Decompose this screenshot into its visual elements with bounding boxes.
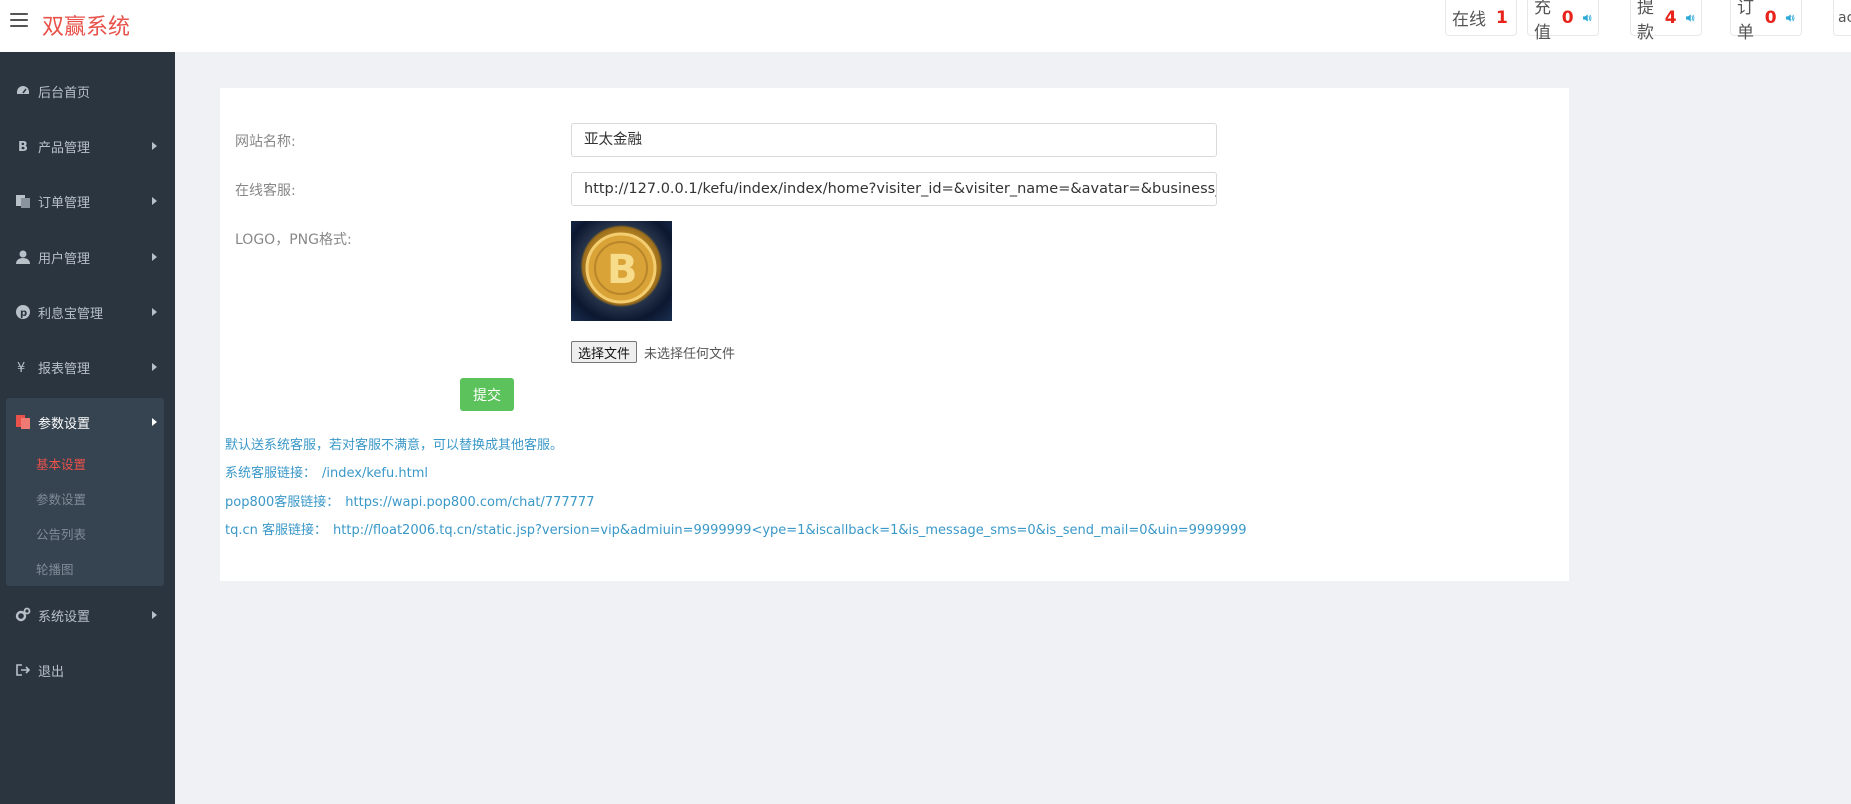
sidebar-item-label: 退出 xyxy=(38,664,65,680)
chevron-right-icon xyxy=(152,253,157,261)
svg-text:B: B xyxy=(607,247,638,293)
sign-out-icon xyxy=(16,664,31,676)
sidebar-item-orders[interactable]: 订单管理 xyxy=(0,186,175,216)
sidebar-item-users[interactable]: 用户管理 xyxy=(0,242,175,272)
user-name: ac xyxy=(1838,9,1851,26)
sidebar-item-label: 参数设置 xyxy=(38,416,91,432)
info-tq-link: tq.cn 客服链接： http://float2006.tq.cn/static… xyxy=(225,519,1247,538)
svg-text:¥: ¥ xyxy=(17,361,25,375)
online-stat[interactable]: 在线 1 xyxy=(1445,0,1517,36)
svg-text:B: B xyxy=(18,140,28,154)
info-system-key: 系统客服链接： xyxy=(225,466,317,481)
chevron-right-icon xyxy=(152,308,157,316)
pinterest-icon: p xyxy=(16,305,30,319)
yen-icon: ¥ xyxy=(17,361,25,375)
info-pop800-key: pop800客服链接： xyxy=(225,495,340,510)
sidebar-sub-params[interactable]: 参数设置 xyxy=(36,489,86,508)
sidebar-item-label: 后台首页 xyxy=(38,85,91,101)
info-note: 默认送系统客服，若对客服不满意，可以替换成其他客服。 xyxy=(225,438,564,453)
sidebar-item-label: 用户管理 xyxy=(38,251,91,267)
info-system-link: 系统客服链接： /index/kefu.html xyxy=(225,462,428,481)
sidebar: 后台首页 B 产品管理 订单管理 用户管理 p 利息宝管理 ¥ 报表管理 参数设… xyxy=(0,52,175,804)
sidebar-item-label: 产品管理 xyxy=(38,140,91,156)
sidebar-item-products[interactable]: B 产品管理 xyxy=(0,131,175,161)
sidebar-item-label: 报表管理 xyxy=(38,361,91,377)
info-tq-key: tq.cn 客服链接： xyxy=(225,523,328,538)
pop800-link-url[interactable]: https://wapi.pop800.com/chat/777777 xyxy=(345,495,594,510)
top-header: 双赢系统 在线 1 充值 0 提款 4 订单 0 ac xyxy=(0,0,1851,52)
sidebar-item-system[interactable]: 系统设置 xyxy=(0,600,175,630)
speaker-icon[interactable] xyxy=(1685,9,1695,27)
recharge-stat[interactable]: 充值 0 xyxy=(1527,0,1599,43)
sidebar-item-label: 系统设置 xyxy=(38,609,91,625)
dashboard-icon xyxy=(17,86,29,94)
copy-icon xyxy=(16,195,30,208)
order-label: 订单 xyxy=(1737,0,1754,43)
service-label: 在线客服: xyxy=(235,183,296,199)
bitcoin-icon: B xyxy=(18,140,28,154)
info-pop800-link: pop800客服链接： https://wapi.pop800.com/chat/… xyxy=(225,491,594,510)
sidebar-item-label: 利息宝管理 xyxy=(38,306,104,322)
menu-toggle-icon[interactable] xyxy=(10,13,28,29)
order-count: 0 xyxy=(1764,7,1777,28)
sidebar-item-logout[interactable]: 退出 xyxy=(0,655,175,685)
speaker-icon[interactable] xyxy=(1785,9,1795,27)
logo-label: LOGO，PNG格式: xyxy=(235,232,352,248)
file-status-text: 未选择任何文件 xyxy=(644,347,736,362)
user-icon xyxy=(16,250,30,264)
settings-panel: 网站名称: 亚太金融 在线客服: http://127.0.0.1/kefu/i… xyxy=(220,88,1569,581)
chevron-right-icon xyxy=(152,142,157,150)
online-count: 1 xyxy=(1496,7,1508,28)
chevron-right-icon xyxy=(152,418,157,426)
submit-button[interactable]: 提交 xyxy=(460,378,514,411)
withdraw-label: 提款 xyxy=(1637,0,1654,43)
site-name-input[interactable]: 亚太金融 xyxy=(571,123,1217,157)
chevron-right-icon xyxy=(152,611,157,619)
logo-preview-image: B xyxy=(571,221,672,321)
svg-text:p: p xyxy=(20,308,27,319)
recharge-label: 充值 xyxy=(1534,0,1551,43)
sidebar-item-dashboard[interactable]: 后台首页 xyxy=(0,76,175,106)
sidebar-sub-carousel[interactable]: 轮播图 xyxy=(36,559,74,578)
withdraw-count: 4 xyxy=(1664,7,1677,28)
sidebar-item-interest[interactable]: p 利息宝管理 xyxy=(0,297,175,327)
service-url-input[interactable]: http://127.0.0.1/kefu/index/index/home?v… xyxy=(571,172,1217,206)
chevron-right-icon xyxy=(152,197,157,205)
recharge-count: 0 xyxy=(1561,7,1574,28)
site-name-label: 网站名称: xyxy=(235,134,296,150)
sidebar-sub-notices[interactable]: 公告列表 xyxy=(36,524,86,543)
sidebar-item-label: 订单管理 xyxy=(38,195,91,211)
system-link-url[interactable]: /index/kefu.html xyxy=(322,466,428,481)
withdraw-stat[interactable]: 提款 4 xyxy=(1630,0,1702,43)
online-label: 在线 xyxy=(1452,10,1486,30)
gears-icon xyxy=(15,607,31,622)
sidebar-item-reports[interactable]: ¥ 报表管理 xyxy=(0,352,175,382)
choose-file-button[interactable]: 选择文件 xyxy=(571,341,638,363)
sidebar-sub-basic[interactable]: 基本设置 xyxy=(36,454,86,473)
user-menu[interactable]: ac xyxy=(1833,0,1851,36)
tq-link-url[interactable]: http://float2006.tq.cn/static.jsp?versio… xyxy=(333,523,1247,538)
speaker-icon[interactable] xyxy=(1582,9,1592,27)
sidebar-item-params[interactable]: 参数设置 xyxy=(0,407,175,437)
files-icon xyxy=(16,415,30,429)
chevron-right-icon xyxy=(152,363,157,371)
order-stat[interactable]: 订单 0 xyxy=(1730,0,1802,43)
brand-title: 双赢系统 xyxy=(42,15,131,40)
